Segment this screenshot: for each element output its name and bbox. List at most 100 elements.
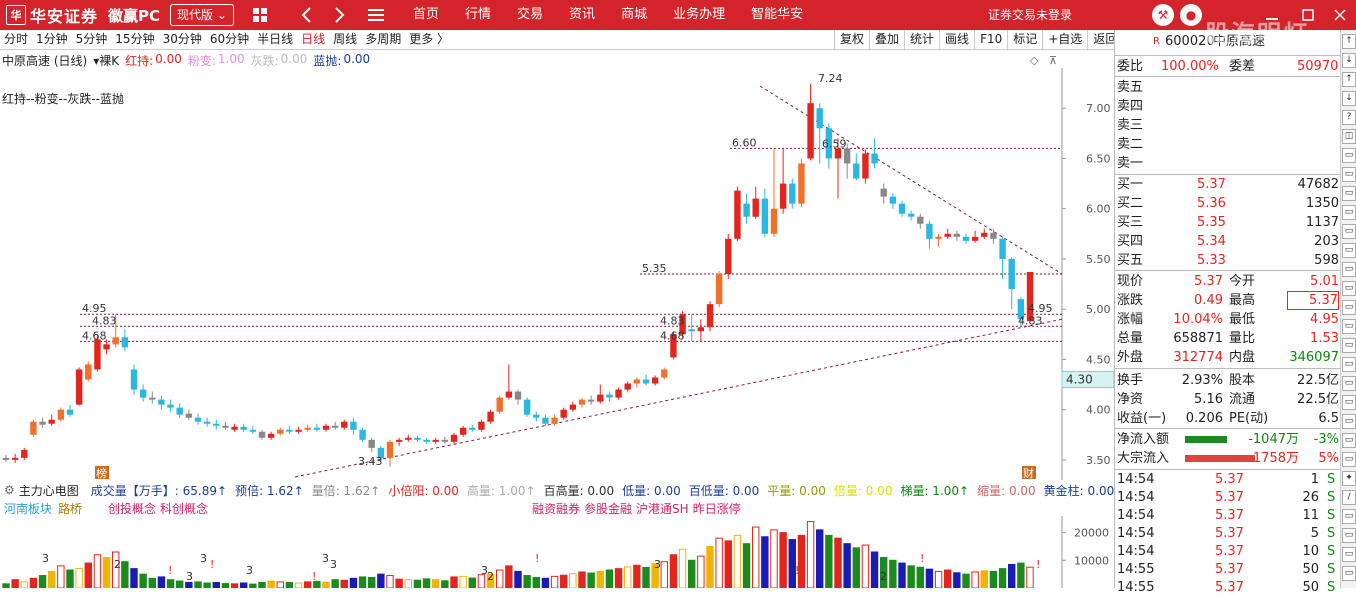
period-tab-1[interactable]: 1分钟 (32, 30, 72, 49)
volume-chart[interactable]: 20000100003 2! 33! 3 !3 3 3 2! 3! 2!! (0, 516, 1114, 588)
volume-bar (605, 569, 614, 588)
side-tool-icon[interactable]: ▭ (1342, 205, 1356, 220)
concept-tag[interactable]: 参股金融 (584, 502, 632, 516)
period-tab-8[interactable]: 周线 (329, 30, 361, 49)
side-tool-icon[interactable]: ▭ (1342, 338, 1356, 353)
period-tab-10[interactable]: 更多 〉 (405, 30, 453, 49)
tick-row: 14:54 5.37 26 S (1117, 488, 1339, 507)
stat-value: 658871 (1173, 331, 1223, 346)
candle-body (130, 369, 138, 390)
period-tab-7[interactable]: 日线 (297, 30, 329, 49)
side-tool-icon[interactable]: ▭ (1342, 509, 1356, 524)
volume-bar (642, 567, 650, 588)
side-tool-icon[interactable]: ▭ (1342, 528, 1356, 543)
candle-body (267, 433, 275, 438)
side-tool-icon[interactable]: ▭ (1342, 452, 1356, 467)
volume-bar (587, 572, 595, 588)
logo-icon: 华 (6, 5, 26, 25)
candle-body (843, 148, 851, 164)
user-icon[interactable]: ● (1180, 4, 1202, 26)
period-tab-5[interactable]: 60分钟 (206, 30, 253, 49)
volume-bar-label: 3 (654, 558, 661, 571)
nav-item-6[interactable]: 智能华安 (738, 0, 816, 30)
side-tool-icon[interactable]: ▭ (1342, 224, 1356, 239)
side-tool-icon[interactable]: ▭ (1342, 262, 1356, 277)
stat-row: 换手 2.93% 股本 22.5亿 (1117, 371, 1339, 390)
side-tool-icon[interactable]: ▭ (1342, 433, 1356, 448)
concept-tag[interactable]: 创投概念 (108, 502, 156, 516)
side-tool-icon[interactable]: ▭ (1342, 281, 1356, 296)
candle-body (862, 153, 869, 179)
concept-tag[interactable]: 河南板块 (4, 502, 52, 516)
candle-body (304, 427, 311, 430)
candle-body (359, 429, 366, 440)
hamburger-menu-icon[interactable] (366, 5, 386, 25)
forward-arrow-icon[interactable] (330, 5, 350, 25)
settings-icon[interactable]: ⚙ (4, 483, 15, 497)
concept-tag[interactable]: 昨日涨停 (693, 502, 741, 516)
side-tool-icon[interactable]: ▭ (1342, 547, 1356, 562)
side-tool-icon[interactable]: ▭ (1342, 414, 1356, 429)
concept-tag[interactable]: 沪港通SH (636, 502, 689, 516)
side-tool-icon[interactable]: / (1342, 490, 1356, 505)
side-tool-icon[interactable]: ▭ (1342, 566, 1356, 581)
side-tool-icon[interactable]: ↓ (1342, 53, 1356, 68)
back-arrow-icon[interactable] (296, 5, 316, 25)
diamond-icon[interactable]: ◇ (1030, 54, 1038, 67)
nav-item-5[interactable]: 业务办理 (660, 0, 738, 30)
toolbar-button-3[interactable]: 画线 (939, 30, 974, 49)
side-tool-icon[interactable]: ▭ (1342, 148, 1356, 163)
kline-chart[interactable]: 7.00 6.50 6.00 5.50 5.00 4.50 4.00 3.50 4.30 4.95… (0, 68, 1114, 480)
toolbar-button-0[interactable]: 复权 (834, 30, 869, 49)
side-tool-icon[interactable]: ↑ (1342, 72, 1356, 87)
nav-item-1[interactable]: 行情 (452, 0, 504, 30)
grid-menu-icon[interactable] (250, 5, 270, 25)
concept-tag[interactable]: 科创概念 (160, 502, 208, 516)
nav-item-0[interactable]: 首页 (400, 0, 452, 30)
side-tool-icon[interactable]: ? (1342, 110, 1356, 125)
collapse-icon[interactable]: ⊼ (1049, 54, 1057, 67)
toolbar-button-1[interactable]: 叠加 (869, 30, 904, 49)
period-tab-6[interactable]: 半日线 (253, 30, 297, 49)
buy-label: 买一 (1117, 177, 1144, 192)
period-tab-4[interactable]: 30分钟 (159, 30, 206, 49)
side-tool-icon[interactable]: ▭ (1342, 395, 1356, 410)
version-select[interactable]: 现代版 ⌄ (170, 4, 234, 26)
side-tool-icon[interactable]: ▭ (1342, 186, 1356, 201)
side-tool-icon[interactable]: ✦ (1342, 471, 1356, 486)
concept-tag[interactable]: 融资融券 (532, 502, 580, 516)
side-tool-icon[interactable]: ↓ (1342, 91, 1356, 106)
volume-bar (276, 581, 284, 588)
period-tab-3[interactable]: 15分钟 (111, 30, 158, 49)
side-tool-icon[interactable]: ▭ (1342, 167, 1356, 182)
period-tab-9[interactable]: 多周期 (361, 30, 405, 49)
nav-item-2[interactable]: 交易 (504, 0, 556, 30)
side-tool-icon[interactable]: ◫ (1342, 129, 1356, 144)
weicha-value: 50970 (1297, 59, 1339, 74)
side-tool-icon[interactable]: ▭ (1342, 300, 1356, 315)
kline-type-select[interactable]: ▾裸K (93, 52, 119, 68)
wrench-icon[interactable]: ⚒ (1152, 4, 1174, 26)
toolbar-button-5[interactable]: 标记 (1007, 30, 1042, 49)
concept-tag[interactable]: 路桥 (58, 502, 82, 516)
volume-bar (925, 568, 934, 588)
nav-item-3[interactable]: 资讯 (556, 0, 608, 30)
side-tool-icon[interactable]: ▭ (1342, 319, 1356, 334)
close-icon[interactable] (1330, 5, 1350, 25)
volume-bar (660, 561, 668, 588)
indicator-value-12: 黄金柱: 0.00 (1043, 483, 1115, 498)
period-tab-0[interactable]: 分时 (0, 30, 32, 49)
login-status[interactable]: 证券交易未登录 (988, 0, 1072, 30)
toolbar-button-2[interactable]: 统计 (904, 30, 939, 49)
toolbar-button-4[interactable]: F10 (974, 30, 1007, 49)
toolbar-button-6[interactable]: +自选 (1042, 30, 1087, 49)
volume-bar (980, 570, 988, 588)
side-tool-icon[interactable]: ▭ (1342, 243, 1356, 258)
indicator-title[interactable]: 主力心电图 (19, 482, 79, 499)
side-tool-icon[interactable]: ▭ (1342, 357, 1356, 372)
side-tool-icon[interactable]: ▭ (1342, 376, 1356, 391)
nav-item-4[interactable]: 商城 (608, 0, 660, 30)
period-tab-2[interactable]: 5分钟 (72, 30, 112, 49)
volume-bar (523, 575, 531, 588)
side-tool-icon[interactable]: ↑ (1342, 34, 1356, 49)
